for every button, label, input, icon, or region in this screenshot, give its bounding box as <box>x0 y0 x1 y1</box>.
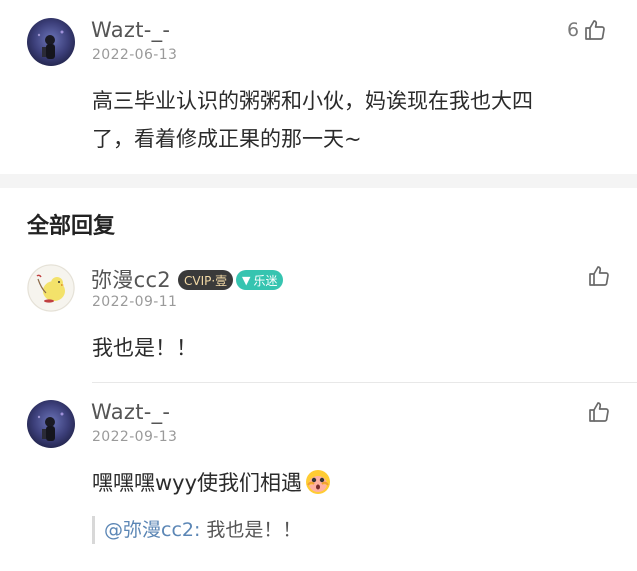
like-button[interactable] <box>587 400 611 424</box>
shy-face-emoji-icon <box>306 470 331 494</box>
fan-badge[interactable]: ▼ 乐迷 <box>236 270 284 290</box>
section-divider <box>0 174 637 188</box>
like-button[interactable]: 6 <box>567 18 607 42</box>
reply-date: 2022-09-13 <box>92 429 178 445</box>
vip-badge[interactable]: CVIP·壹 <box>178 270 234 290</box>
user-avatar[interactable] <box>27 18 75 66</box>
reply-divider <box>92 382 637 383</box>
comment-date: 2022-06-13 <box>92 47 178 63</box>
reply-content-text: 嘿嘿嘿wyy使我们相遇 <box>92 471 303 495</box>
thumbs-up-icon <box>589 402 609 422</box>
main-comment: Wazt-_- 2022-06-13 6 高三毕业认识的粥粥和小伙，妈诶现在我也… <box>0 0 637 174</box>
reply-avatar[interactable] <box>27 400 75 448</box>
reply-username[interactable]: 弥漫cc2 <box>91 264 171 294</box>
thumbs-up-icon <box>589 266 609 286</box>
filter-icon: ▼ <box>242 273 251 287</box>
fan-badge-label: 乐迷 <box>253 273 278 288</box>
thumbs-up-icon <box>585 20 605 40</box>
like-count: 6 <box>567 19 580 41</box>
quote-mention[interactable]: @弥漫cc2: <box>104 519 200 541</box>
comment-content-line2: 了，看着修成正果的那一天~ <box>92 127 362 151</box>
quoted-reply[interactable]: @弥漫cc2: 我也是！！ <box>92 516 301 544</box>
reply-username[interactable]: Wazt-_- <box>91 400 170 424</box>
comment-content: 高三毕业认识的粥粥和小伙，妈诶现在我也大四 了，看着修成正果的那一天~ <box>92 82 533 158</box>
reply-content: 我也是！！ <box>92 336 197 360</box>
like-button[interactable] <box>587 264 611 288</box>
quote-text: 我也是！！ <box>200 519 302 541</box>
reply-avatar[interactable] <box>27 264 75 312</box>
all-replies-title: 全部回复 <box>27 214 116 239</box>
comment-content-line1: 高三毕业认识的粥粥和小伙，妈诶现在我也大四 <box>92 89 533 113</box>
reply-date: 2022-09-11 <box>92 294 178 310</box>
comment-username[interactable]: Wazt-_- <box>91 18 170 42</box>
reply-content: 嘿嘿嘿wyy使我们相遇 <box>92 464 332 502</box>
